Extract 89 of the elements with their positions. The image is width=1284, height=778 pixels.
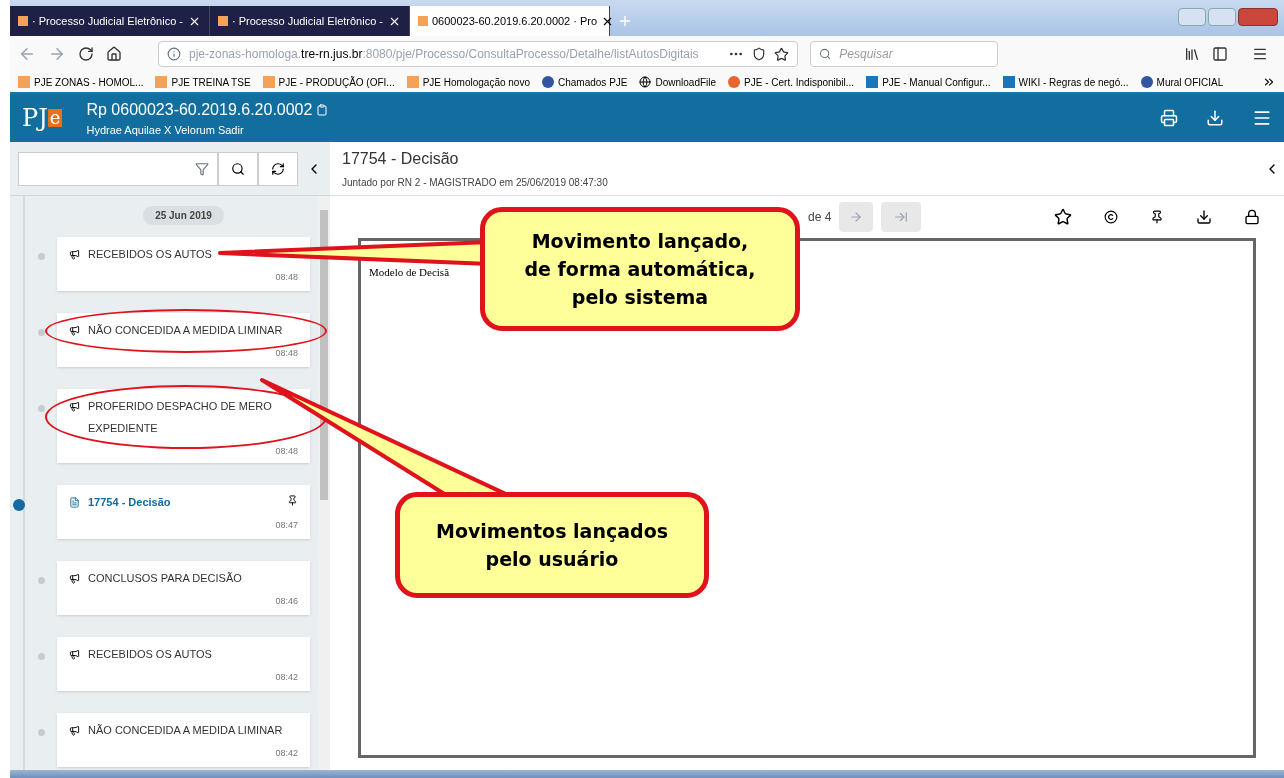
document-title: 17754 - Decisão bbox=[342, 149, 460, 169]
parties-text: Hydrae Aquilae X Velorum Sadir bbox=[86, 122, 245, 138]
megaphone-icon bbox=[69, 401, 80, 412]
time-text: 08:47 bbox=[275, 518, 298, 532]
search-box[interactable]: Pesquisar bbox=[810, 41, 998, 67]
bookmark-item[interactable]: PJE ZONAS - HOMOL... bbox=[18, 74, 144, 90]
menu-icon[interactable] bbox=[1252, 46, 1268, 62]
print-icon[interactable] bbox=[1160, 109, 1178, 127]
favicon-icon bbox=[406, 76, 419, 88]
home-icon[interactable] bbox=[106, 46, 122, 62]
tab-title: 0600023-60.2019.6.20.0002 · Pro bbox=[432, 13, 598, 29]
shield-icon[interactable] bbox=[752, 47, 766, 61]
download-icon[interactable] bbox=[1196, 209, 1212, 225]
pin-icon[interactable] bbox=[287, 494, 298, 506]
bookmark-item[interactable]: PJE Homologação novo bbox=[406, 74, 530, 90]
timeline-dot-active bbox=[13, 498, 25, 511]
url-text: pje-zonas-homologa.tre-rn.jus.br:8080/pje/Processo/ConsultaProcesso/Detalhe/listAutosDigitais bbox=[189, 46, 700, 63]
browser-tab[interactable]: · Processo Judicial Eletrônico - bbox=[210, 6, 410, 36]
copyright-icon[interactable] bbox=[1104, 210, 1118, 224]
callout: Movimentos lançados pelo usuário bbox=[395, 492, 709, 598]
time-text: 08:48 bbox=[275, 347, 298, 360]
refresh-button[interactable] bbox=[258, 151, 298, 186]
star-icon[interactable] bbox=[774, 46, 789, 62]
bookmark-item[interactable]: WIKI - Regras de negó... bbox=[1002, 74, 1129, 90]
time-text: 08:48 bbox=[275, 271, 298, 284]
pje-logo: PJe bbox=[22, 106, 63, 130]
search-icon bbox=[819, 47, 832, 61]
case-number: Rp 0600023-60.2019.6.20.0002 bbox=[86, 99, 313, 120]
arrow-to-line-icon bbox=[894, 210, 909, 224]
movement-text: NÃO CONCEDIDA A MEDIDA LIMINAR bbox=[88, 323, 283, 338]
pin-icon[interactable] bbox=[1150, 210, 1164, 224]
movement-text: RECEBIDOS OS AUTOS bbox=[88, 247, 212, 262]
movement-text: CONCLUSOS PARA DECISÃO bbox=[88, 570, 242, 586]
search-button[interactable] bbox=[218, 151, 258, 186]
search-field[interactable]: Pesquisar bbox=[839, 45, 989, 63]
plus-icon bbox=[617, 13, 633, 29]
time-text: 08:42 bbox=[275, 746, 298, 760]
browser-tab[interactable]: 0600023-60.2019.6.20.0002 · Pro bbox=[410, 6, 610, 36]
page-counter: de 4 bbox=[808, 209, 832, 226]
library-icon[interactable] bbox=[1184, 46, 1200, 62]
megaphone-icon bbox=[69, 724, 80, 736]
clipboard-icon[interactable] bbox=[316, 103, 329, 116]
megaphone-icon bbox=[69, 249, 80, 260]
search-icon bbox=[231, 161, 245, 176]
favicon-icon bbox=[18, 76, 30, 88]
favicon-icon bbox=[418, 16, 428, 26]
time-text: 08:46 bbox=[275, 594, 298, 608]
bookmark-item[interactable]: Mural OFICIAL bbox=[1140, 74, 1224, 90]
megaphone-icon bbox=[69, 572, 80, 584]
refresh-icon bbox=[271, 161, 285, 176]
lock-icon[interactable] bbox=[1244, 209, 1260, 225]
bookmark-item[interactable]: PJE - Manual Configur... bbox=[866, 74, 991, 90]
document-icon bbox=[69, 496, 80, 508]
filter-field[interactable] bbox=[18, 151, 218, 186]
document-text: Modelo de Decisã bbox=[369, 266, 450, 278]
favicon-icon bbox=[1002, 76, 1015, 88]
joined-by-text: Juntado por RN 2 - MAGISTRADO em 25/06/2019 08:47:30 bbox=[342, 176, 608, 190]
movement-text: PROFERIDO DESPACHO DE MERO EXPEDIENTE bbox=[88, 399, 273, 436]
megaphone-icon bbox=[69, 648, 80, 660]
tab-title: · Processo Judicial Eletrônico - bbox=[32, 13, 184, 29]
address-bar[interactable]: pje-zonas-homologa.tre-rn.jus.br:8080/pje/Processo/ConsultaProcesso/Detalhe/listAutosDigitais bbox=[158, 41, 798, 67]
overflow-icon[interactable] bbox=[1262, 75, 1276, 89]
bookmark-item[interactable]: PJE - Cert. Indisponibil... bbox=[728, 74, 855, 90]
time-text: 08:48 bbox=[275, 445, 298, 458]
favicon-icon bbox=[262, 76, 275, 88]
movement-text: 17754 - Decisão bbox=[88, 494, 171, 510]
bookmark-item[interactable]: DownloadFile bbox=[639, 74, 717, 90]
arrow-right-icon bbox=[849, 210, 864, 224]
info-icon bbox=[167, 47, 181, 61]
bookmark-item[interactable]: PJE - PRODUÇÃO (OFI... bbox=[262, 74, 395, 90]
bookmark-item[interactable]: PJE TREINA TSE bbox=[155, 74, 251, 90]
favicon-icon bbox=[218, 16, 228, 26]
callout: Movimento lançado, de forma automática, pelo sistema bbox=[480, 207, 800, 331]
reload-icon[interactable] bbox=[78, 46, 94, 62]
time-text: 08:42 bbox=[275, 670, 298, 684]
bookmark-item[interactable]: Chamados PJE bbox=[542, 74, 628, 90]
menu-icon[interactable] bbox=[1252, 108, 1272, 128]
movement-text: RECEBIDOS OS AUTOS bbox=[88, 646, 212, 662]
browser-tab[interactable]: · Processo Judicial Eletrônico - bbox=[10, 6, 210, 36]
megaphone-icon bbox=[69, 325, 80, 336]
favicon-icon bbox=[18, 16, 28, 26]
movement-text: NÃO CONCEDIDA A MEDIDA LIMINAR bbox=[88, 722, 283, 738]
date-badge: 25 Jun 2019 bbox=[143, 206, 224, 225]
sidebar-icon[interactable] bbox=[1212, 46, 1228, 62]
tab-title: · Processo Judicial Eletrônico - bbox=[232, 13, 384, 29]
favicon-icon bbox=[155, 76, 168, 88]
favicon-icon bbox=[866, 76, 879, 88]
star-icon[interactable] bbox=[1054, 208, 1072, 226]
filter-icon[interactable] bbox=[195, 161, 209, 176]
